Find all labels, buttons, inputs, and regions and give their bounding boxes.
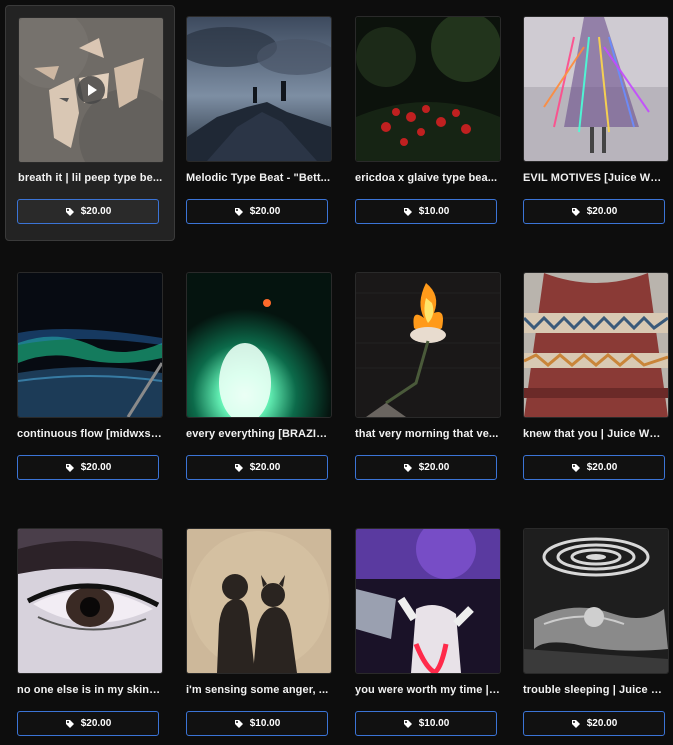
beat-artwork[interactable]	[523, 528, 669, 674]
price-tag-icon	[234, 463, 243, 472]
beat-title[interactable]: i'm sensing some anger, ...	[186, 684, 331, 696]
buy-button[interactable]: $20.00	[17, 455, 159, 480]
beat-title[interactable]: breath it | lil peep type be...	[18, 172, 163, 184]
beat-artwork[interactable]	[18, 17, 164, 163]
price-label: $20.00	[586, 718, 618, 729]
price-label: $20.00	[586, 206, 618, 217]
price-tag-icon	[571, 719, 580, 728]
buy-button[interactable]: $10.00	[186, 711, 328, 736]
beat-card[interactable]: continuous flow [midwxst... $20.00	[5, 261, 173, 495]
beat-artwork[interactable]	[355, 16, 501, 162]
buy-button[interactable]: $10.00	[355, 199, 497, 224]
beat-title[interactable]: you were worth my time | ...	[355, 684, 500, 696]
beat-title[interactable]: EVIL MOTIVES [Juice WRLD...	[523, 172, 668, 184]
price-tag-icon	[234, 207, 243, 216]
price-tag-icon	[65, 719, 74, 728]
beat-card[interactable]: ericdoa x glaive type bea... $10.00	[343, 5, 511, 239]
buy-button[interactable]: $20.00	[523, 455, 665, 480]
beat-artwork[interactable]	[186, 272, 332, 418]
beat-title[interactable]: that very morning that ve...	[355, 428, 500, 440]
buy-button[interactable]: $20.00	[17, 199, 159, 224]
price-tag-icon	[571, 207, 580, 216]
price-label: $10.00	[249, 718, 281, 729]
beat-card[interactable]: you were worth my time | ... $10.00	[343, 517, 511, 745]
beat-artwork[interactable]	[186, 16, 332, 162]
buy-button[interactable]: $20.00	[17, 711, 159, 736]
beat-artwork[interactable]	[17, 528, 163, 674]
price-label: $20.00	[80, 462, 112, 473]
beat-card[interactable]: EVIL MOTIVES [Juice WRLD... $20.00	[511, 5, 673, 239]
price-tag-icon	[571, 463, 580, 472]
price-tag-icon	[65, 463, 74, 472]
beat-title[interactable]: ericdoa x glaive type bea...	[355, 172, 500, 184]
price-label: $20.00	[249, 462, 281, 473]
price-tag-icon	[234, 719, 243, 728]
play-icon[interactable]	[77, 76, 105, 104]
price-label: $10.00	[418, 718, 450, 729]
beat-title[interactable]: every everything [BRAZILI...	[186, 428, 331, 440]
price-label: $20.00	[249, 206, 281, 217]
buy-button[interactable]: $20.00	[186, 199, 328, 224]
beat-artwork[interactable]	[523, 16, 669, 162]
buy-button[interactable]: $20.00	[523, 711, 665, 736]
beat-title[interactable]: no one else is in my skin | ...	[17, 684, 162, 696]
beat-title[interactable]: Melodic Type Beat - "Bett...	[186, 172, 331, 184]
price-label: $20.00	[586, 462, 618, 473]
buy-button[interactable]: $10.00	[355, 711, 497, 736]
buy-button[interactable]: $20.00	[186, 455, 328, 480]
price-tag-icon	[403, 463, 412, 472]
beat-card[interactable]: every everything [BRAZILI... $20.00	[174, 261, 342, 495]
beat-artwork[interactable]	[523, 272, 669, 418]
price-tag-icon	[403, 207, 412, 216]
beat-artwork[interactable]	[186, 528, 332, 674]
beat-card[interactable]: that very morning that ve... $20.00	[343, 261, 511, 495]
beat-title[interactable]: knew that you | Juice WRL...	[523, 428, 668, 440]
buy-button[interactable]: $20.00	[355, 455, 497, 480]
beat-title[interactable]: continuous flow [midwxst...	[17, 428, 162, 440]
price-label: $10.00	[418, 206, 450, 217]
price-tag-icon	[403, 719, 412, 728]
beat-card[interactable]: knew that you | Juice WRL... $20.00	[511, 261, 673, 495]
beat-artwork[interactable]	[17, 272, 163, 418]
beat-card[interactable]: i'm sensing some anger, ... $10.00	[174, 517, 342, 745]
price-tag-icon	[65, 207, 74, 216]
beat-artwork[interactable]	[355, 272, 501, 418]
beat-grid: breath it | lil peep type be... $20.00 M…	[0, 0, 673, 745]
price-label: $20.00	[80, 718, 112, 729]
beat-card[interactable]: trouble sleeping | Juice W... $20.00	[511, 517, 673, 745]
beat-card[interactable]: breath it | lil peep type be... $20.00	[5, 5, 175, 241]
beat-card[interactable]: no one else is in my skin | ... $20.00	[5, 517, 173, 745]
buy-button[interactable]: $20.00	[523, 199, 665, 224]
price-label: $20.00	[80, 206, 112, 217]
beat-artwork[interactable]	[355, 528, 501, 674]
beat-card[interactable]: Melodic Type Beat - "Bett... $20.00	[174, 5, 342, 239]
price-label: $20.00	[418, 462, 450, 473]
beat-title[interactable]: trouble sleeping | Juice W...	[523, 684, 668, 696]
